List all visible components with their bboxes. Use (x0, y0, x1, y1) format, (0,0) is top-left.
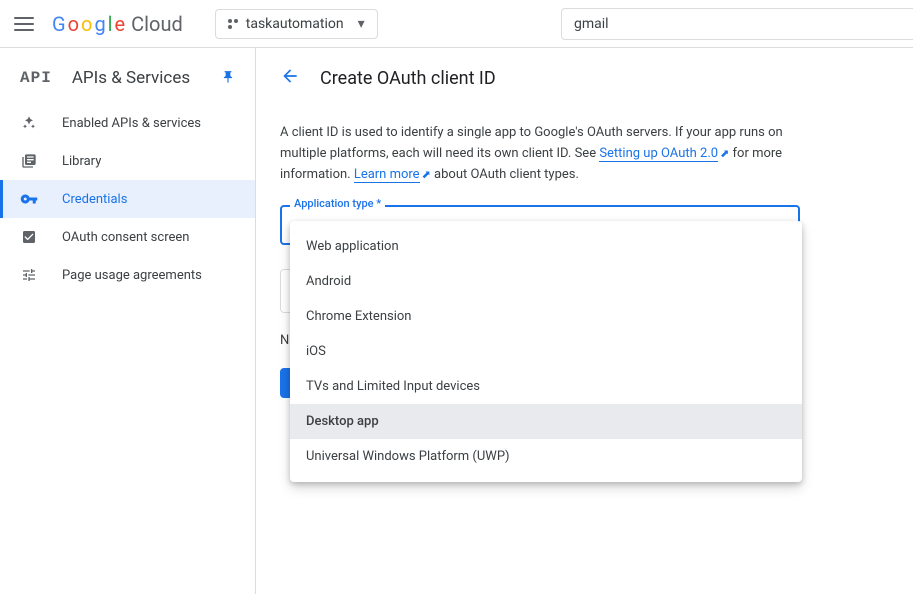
pin-icon[interactable] (221, 69, 235, 88)
top-bar: Google Cloud taskautomation ▾ (0, 0, 913, 48)
project-name: taskautomation (246, 16, 344, 32)
dropdown-option-android[interactable]: Android (290, 264, 802, 299)
learn-more-link[interactable]: Learn more (354, 167, 420, 183)
diamond-icon (20, 114, 38, 132)
library-icon (20, 152, 38, 170)
dropdown-option-ios[interactable]: iOS (290, 334, 802, 369)
dropdown-option-desktop[interactable]: Desktop app (290, 404, 802, 439)
page-title: Create OAuth client ID (320, 68, 496, 89)
main-content: Create OAuth client ID A client ID is us… (256, 48, 913, 594)
sidebar-item-library[interactable]: Library (0, 142, 255, 180)
setup-oauth-link[interactable]: Setting up OAuth 2.0 (599, 146, 718, 162)
dropdown-option-tv[interactable]: TVs and Limited Input devices (290, 369, 802, 404)
sidebar-title: APIs & Services (72, 68, 201, 88)
project-selector[interactable]: taskautomation ▾ (215, 9, 378, 39)
sidebar-item-label: OAuth consent screen (62, 230, 189, 245)
key-icon (20, 190, 38, 208)
dropdown-option-web[interactable]: Web application (290, 229, 802, 264)
project-icon (228, 19, 238, 29)
sidebar-item-label: Credentials (62, 192, 127, 207)
chevron-down-icon: ▾ (358, 16, 365, 32)
description-text: A client ID is used to identify a single… (280, 123, 800, 185)
sidebar-item-agreements[interactable]: Page usage agreements (0, 256, 255, 294)
google-cloud-logo[interactable]: Google Cloud (52, 12, 183, 36)
sidebar-item-enabled-apis[interactable]: Enabled APIs & services (0, 104, 255, 142)
sidebar: API APIs & Services Enabled APIs & servi… (0, 48, 256, 594)
dropdown-option-uwp[interactable]: Universal Windows Platform (UWP) (290, 439, 802, 474)
application-type-field: Application type * Web application Andro… (280, 205, 800, 245)
external-link-icon: ⬈ (720, 147, 729, 160)
sidebar-item-label: Page usage agreements (62, 268, 202, 283)
sidebar-item-label: Library (62, 154, 101, 169)
api-badge: API (20, 69, 52, 87)
main-header: Create OAuth client ID (280, 66, 889, 91)
external-link-icon: ⬈ (422, 168, 431, 181)
field-label: Application type * (290, 197, 385, 210)
application-type-dropdown: Web application Android Chrome Extension… (290, 221, 802, 482)
sidebar-item-credentials[interactable]: Credentials (0, 180, 255, 218)
dropdown-option-chrome[interactable]: Chrome Extension (290, 299, 802, 334)
back-arrow-icon[interactable] (280, 66, 300, 91)
sidebar-item-label: Enabled APIs & services (62, 116, 201, 131)
sidebar-header: API APIs & Services (0, 60, 255, 104)
agreements-icon (20, 266, 38, 284)
sidebar-item-consent[interactable]: OAuth consent screen (0, 218, 255, 256)
consent-icon (20, 228, 38, 246)
search-input[interactable] (561, 8, 913, 40)
menu-icon[interactable] (12, 12, 36, 36)
